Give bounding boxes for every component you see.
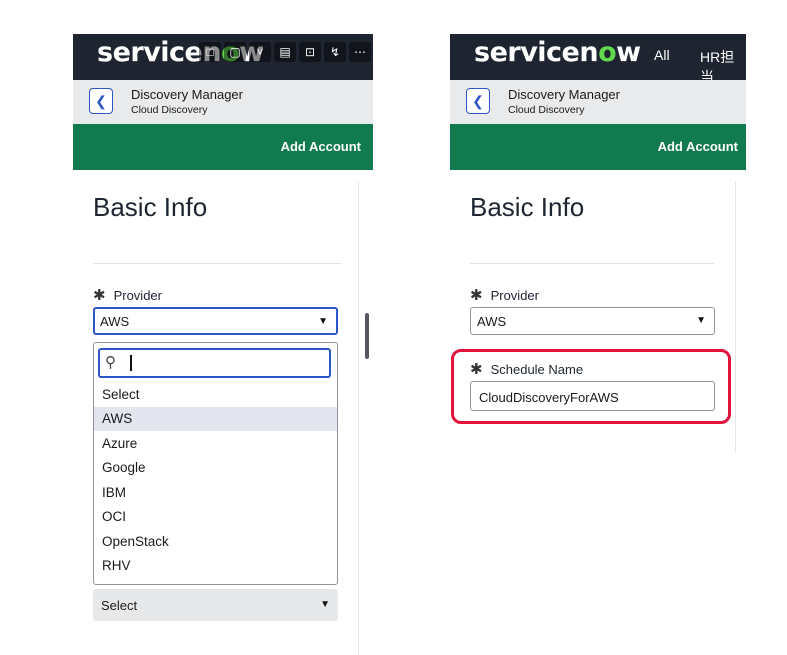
schedule-name-label: ✱ Schedule Name bbox=[470, 361, 584, 378]
option-select[interactable]: Select bbox=[94, 383, 337, 407]
caret-down-icon: ▼ bbox=[696, 315, 706, 326]
scrollbar-thumb[interactable] bbox=[365, 313, 369, 359]
add-account-button[interactable]: Add Account bbox=[281, 139, 361, 154]
download-icon[interactable]: ↯ bbox=[324, 42, 346, 62]
chevron-left-icon: ❮ bbox=[472, 92, 484, 109]
screenshot-toolbar: □ ▢ ˅ ▤ ⊡ ↯ ⋯ bbox=[199, 42, 371, 62]
nav-all-menu[interactable]: All bbox=[654, 47, 670, 63]
provider-label: ✱ Provider bbox=[470, 287, 539, 304]
option-azure[interactable]: Azure bbox=[94, 432, 337, 456]
secondary-select[interactable]: Select ▼ bbox=[93, 589, 338, 621]
window-icon[interactable]: ▤ bbox=[274, 42, 296, 62]
back-button[interactable]: ❮ bbox=[466, 88, 490, 114]
chevron-down-icon[interactable]: ˅ bbox=[249, 42, 271, 62]
right-screenshot-panel: servicenow All HR担当 ❮ Discovery Manager … bbox=[450, 34, 746, 655]
column-divider bbox=[358, 182, 359, 655]
caret-down-icon: ▼ bbox=[318, 316, 328, 327]
comment-icon[interactable]: □ bbox=[199, 42, 221, 62]
add-account-button[interactable]: Add Account bbox=[658, 139, 738, 154]
dropdown-search-input[interactable]: ⚲ bbox=[98, 348, 331, 378]
left-screenshot-panel: servicenow □ ▢ ˅ ▤ ⊡ ↯ ⋯ ❮ Discovery Man… bbox=[73, 34, 373, 655]
breadcrumb-title: Discovery Manager bbox=[131, 87, 243, 102]
more-icon[interactable]: ⋯ bbox=[349, 42, 371, 62]
required-asterisk-icon: ✱ bbox=[470, 287, 483, 304]
option-oci[interactable]: OCI bbox=[94, 505, 337, 529]
option-openstack[interactable]: OpenStack bbox=[94, 530, 337, 554]
option-ibm[interactable]: IBM bbox=[94, 481, 337, 505]
page-title: Basic Info bbox=[93, 192, 208, 222]
crop-icon[interactable]: ⊡ bbox=[299, 42, 321, 62]
breadcrumb: ❮ Discovery Manager Cloud Discovery bbox=[450, 80, 746, 125]
option-aws[interactable]: AWS bbox=[94, 407, 337, 431]
top-navigation-bar: servicenow □ ▢ ˅ ▤ ⊡ ↯ ⋯ bbox=[73, 34, 373, 80]
section-divider bbox=[93, 263, 341, 264]
section-divider bbox=[470, 263, 714, 264]
column-divider bbox=[735, 182, 736, 452]
action-bar: Add Account bbox=[73, 124, 373, 170]
breadcrumb: ❮ Discovery Manager Cloud Discovery bbox=[73, 80, 373, 125]
back-button[interactable]: ❮ bbox=[89, 88, 113, 114]
breadcrumb-subtitle: Cloud Discovery bbox=[131, 104, 208, 116]
breadcrumb-title: Discovery Manager bbox=[508, 87, 620, 102]
option-google[interactable]: Google bbox=[94, 456, 337, 480]
provider-select[interactable]: AWS ▼ bbox=[470, 307, 715, 335]
servicenow-logo[interactable]: servicenow bbox=[474, 37, 641, 68]
required-asterisk-icon: ✱ bbox=[470, 361, 483, 378]
top-navigation-bar: servicenow All HR担当 bbox=[450, 34, 746, 85]
text-cursor bbox=[130, 355, 132, 371]
provider-dropdown-list: ⚲ Select AWS Azure Google IBM OCI OpenSt… bbox=[93, 342, 338, 585]
action-bar: Add Account bbox=[450, 124, 746, 170]
provider-label: ✱ Provider bbox=[93, 287, 162, 304]
screenshot-icon[interactable]: ▢ bbox=[224, 42, 246, 62]
breadcrumb-subtitle: Cloud Discovery bbox=[508, 104, 585, 116]
search-icon: ⚲ bbox=[105, 354, 116, 371]
schedule-name-input[interactable]: CloudDiscoveryForAWS bbox=[470, 381, 715, 411]
page-title: Basic Info bbox=[470, 192, 585, 222]
required-asterisk-icon: ✱ bbox=[93, 287, 106, 304]
chevron-left-icon: ❮ bbox=[95, 92, 107, 109]
provider-select[interactable]: AWS ▼ bbox=[93, 307, 338, 335]
caret-down-icon: ▼ bbox=[320, 599, 330, 610]
option-rhv[interactable]: RHV bbox=[94, 554, 337, 578]
